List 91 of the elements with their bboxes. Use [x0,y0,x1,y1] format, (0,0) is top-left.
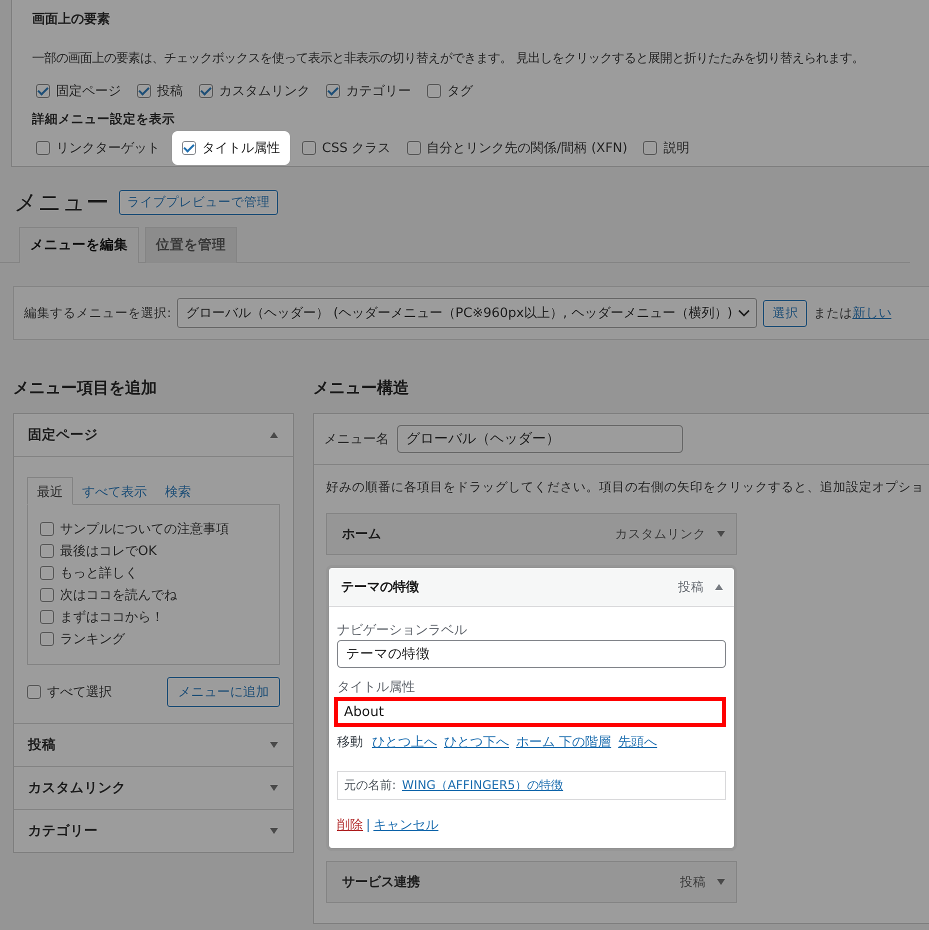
checkbox[interactable] [27,685,41,699]
section-heading: 画面上の要素 [32,10,111,28]
field-label: ナビゲーションラベル [337,622,468,639]
navigation-label-field[interactable]: テーマの特徴 [337,640,726,668]
menu-item-type: 投稿 [680,874,706,890]
field-label: タイトル属性 [337,679,416,696]
checkbox-label[interactable]: タグ [447,82,473,100]
checkbox-label[interactable]: 説明 [663,139,690,157]
section-heading: 詳細メニュー設定を表示 [32,111,176,128]
tab[interactable]: 検索 [156,478,200,504]
collapse-arrow-icon[interactable] [714,583,724,591]
menu-item-title: ホーム [342,526,382,543]
checkbox[interactable] [40,588,54,602]
checkbox-label[interactable]: まずはココから！ [60,608,164,626]
checkbox[interactable] [137,84,151,98]
live-preview-button[interactable]: ライブプレビューで管理 [119,190,278,215]
instruction-text: 好みの順番に各項目をドラッグしてください。項目の右側の矢印をクリックすると、追加設定オプショ [326,479,919,496]
separator-text: | [366,818,370,832]
checkbox[interactable] [406,141,421,155]
tab[interactable]: すべて表示 [73,478,156,504]
cancel-link[interactable]: キャンセル [373,816,438,834]
checkbox-label[interactable]: 最後はコレでOK [60,542,157,560]
checkbox-label[interactable]: 自分とリンク先の関係/間柄 (XFN) [426,139,628,157]
checkbox[interactable] [326,84,340,98]
checkbox[interactable] [302,141,316,155]
original-name-label: 元の名前: [344,777,396,794]
checkbox-label[interactable]: もっと詳しく [60,564,138,582]
move-link[interactable]: ひとつ上へ [372,733,437,751]
field-label: 編集するメニューを選択: [24,304,172,322]
checkbox[interactable] [40,566,54,580]
checkbox-label[interactable]: 投稿 [157,82,183,100]
tab[interactable]: メニューを編集 [19,227,139,263]
checkbox[interactable] [199,84,213,98]
checkbox[interactable] [40,610,54,624]
checkbox-label[interactable]: CSS クラス [322,139,391,157]
chevron-down-icon[interactable] [738,309,750,317]
collapse-arrow-icon[interactable] [269,431,279,439]
checkbox-label[interactable]: カテゴリー [346,82,411,100]
expand-arrow-icon[interactable] [269,741,279,749]
checkbox-label[interactable]: タイトル属性 [202,139,280,157]
menu-item-type: 投稿 [678,578,704,596]
move-link[interactable]: 先頭へ [618,733,658,751]
move-link[interactable]: ホーム 下の階層 [516,733,612,751]
checkbox[interactable] [40,632,54,646]
title-attribute-field[interactable]: About [334,697,726,727]
checkbox-label[interactable]: サンプルについての注意事項 [60,520,229,538]
move-label: 移動 [337,734,363,751]
dropdown-value: グローバル（ヘッダー） (ヘッダーメニュー（PC※960px以上）, ヘッダーメニュー（横列）) [186,305,732,322]
delete-link[interactable]: 削除 [337,816,363,834]
page-title: メニュー [14,189,109,218]
new-menu-link[interactable]: 新しい [852,304,892,322]
section-heading: メニュー項目を追加 [13,378,158,399]
checkbox-label[interactable]: リンクターゲット [56,139,160,157]
menu-dropdown[interactable]: グローバル（ヘッダー） (ヘッダーメニュー（PC※960px以上）, ヘッダーメニュー（横列）) [177,298,758,328]
field-label: メニュー名 [324,431,389,448]
menu-item-title: サービス連携 [342,874,421,891]
select-button[interactable]: 選択 [763,300,808,326]
add-to-menu-button[interactable]: メニューに追加 [167,677,280,707]
checkbox[interactable] [643,141,658,155]
move-link[interactable]: ひとつ下へ [444,733,509,751]
checkbox-label[interactable]: 次はココを読んでね [60,586,177,604]
checkbox-label[interactable]: ランキング [60,630,125,648]
checkbox-label[interactable]: カスタムリンク [219,82,310,100]
menu-item-card[interactable]: ホーム カスタムリンク [326,513,737,555]
tab[interactable]: 位置を管理 [145,227,237,263]
section-heading: メニュー構造 [313,378,410,399]
accordion-header[interactable]: 投稿 [14,724,293,766]
checkbox[interactable] [40,544,54,558]
checkbox[interactable] [427,84,441,98]
tab[interactable]: 最近 [27,477,73,505]
menu-name-field[interactable]: グローバル（ヘッダー） [397,425,683,453]
expand-arrow-icon[interactable] [269,784,279,792]
checkbox[interactable] [36,84,50,98]
menu-item-card[interactable]: テーマの特徴 投稿 ナビゲーションラベル テーマの特徴 タイトル属性 About 移動 ひとつ上へ ひとつ下へ ホーム 下の階層 先頭へ 元の名前: WING（AFFINGER5）の特徴 削除 | キャンセル [326,565,737,851]
accordion-header[interactable]: カテゴリー [14,810,293,852]
checkbox-label[interactable]: すべて選択 [47,683,112,701]
expand-arrow-icon[interactable] [716,530,726,538]
menu-item-card[interactable]: サービス連携 投稿 [326,861,737,903]
menu-item-type: カスタムリンク [615,526,706,542]
checkbox[interactable] [182,141,196,155]
or-text: または [813,304,852,322]
expand-arrow-icon[interactable] [716,878,726,886]
accordion-header[interactable]: カスタムリンク [14,767,293,809]
checkbox-label[interactable]: 固定ページ [56,82,121,100]
checkbox[interactable] [40,522,54,536]
accordion-header[interactable]: 固定ページ [14,414,293,456]
checkbox[interactable] [36,141,50,155]
description-text: 一部の画面上の要素は、チェックボックスを使って表示と非表示の切り替えができます。 見出しをクリックすると展開と折りたたみを切り替えられます。 [32,50,865,67]
menu-item-title: テーマの特徴 [341,579,420,596]
expand-arrow-icon[interactable] [269,827,279,835]
original-post-link[interactable]: WING（AFFINGER5）の特徴 [402,777,564,794]
